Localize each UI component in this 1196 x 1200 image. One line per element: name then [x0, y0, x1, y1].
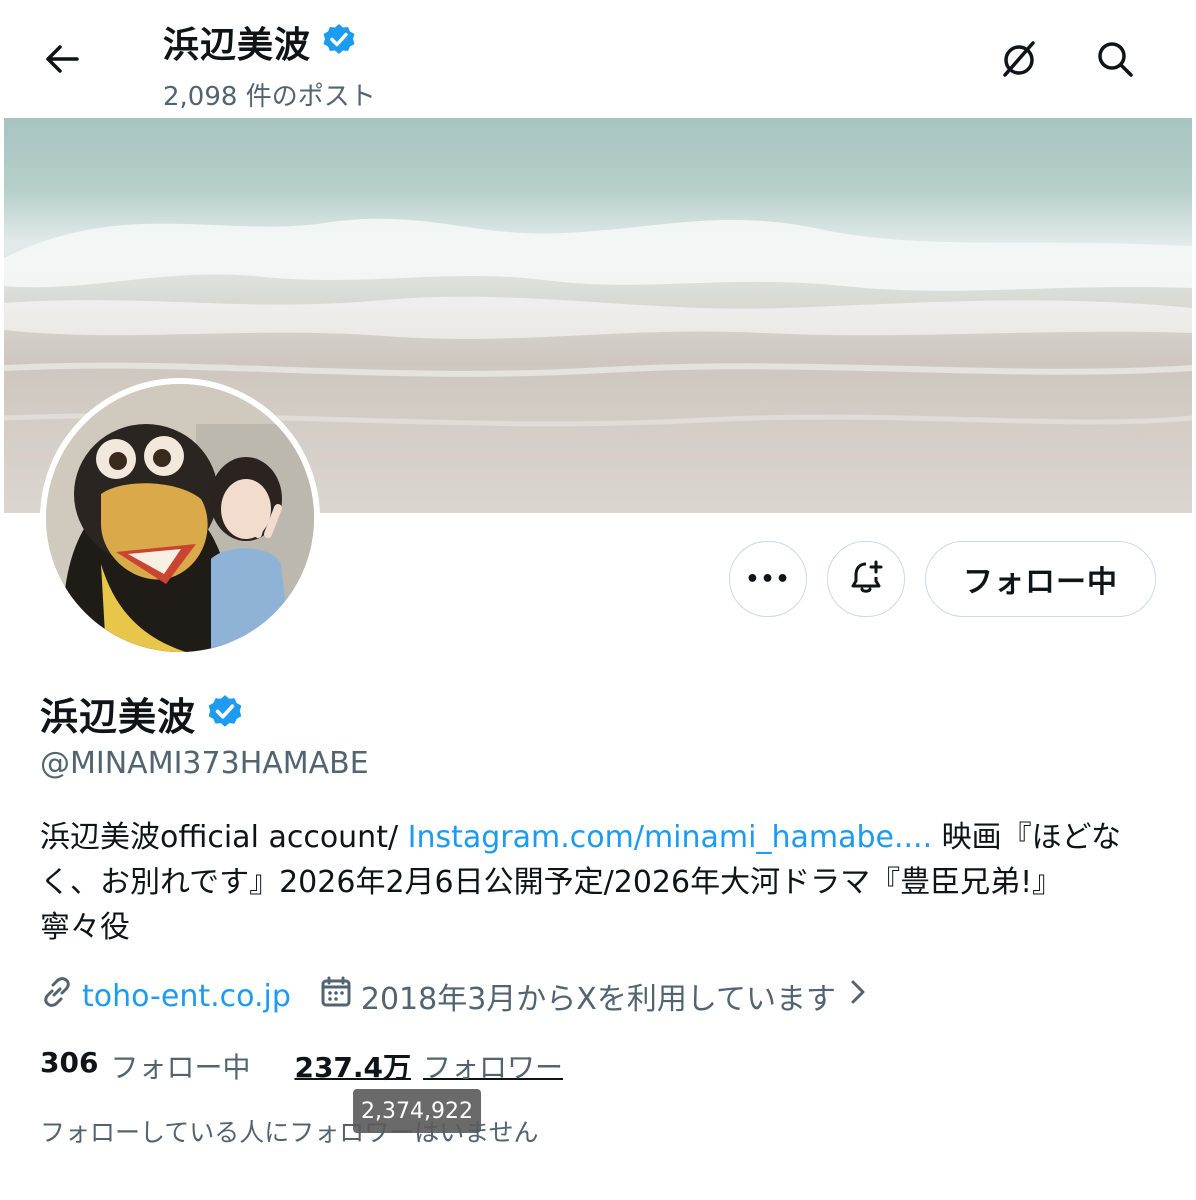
more-button[interactable]: ••• [729, 541, 807, 617]
following-count: 306 [40, 1046, 99, 1079]
followers-label: フォロワー [423, 1051, 564, 1084]
joined-item[interactable]: 2018年3月からXを利用しています [319, 974, 868, 1018]
profile-avatar[interactable] [40, 378, 320, 658]
joined-date: 2018年3月からXを利用しています [360, 982, 836, 1017]
chevron-right-icon [848, 977, 868, 1015]
website-item: toho-ent.co.jp [40, 975, 291, 1017]
header-name: 浜辺美波 [163, 25, 312, 66]
link-icon [40, 975, 74, 1017]
following-count-link[interactable]: 306 フォロー中 [40, 1046, 250, 1086]
header-title: 浜辺美波 [163, 16, 357, 68]
followers-count-link[interactable]: 237.4万 フォロワー [294, 1046, 563, 1086]
profile-name: 浜辺美波 [40, 695, 197, 739]
back-button[interactable] [30, 34, 94, 88]
bio-line-3: 寧々役 [40, 910, 130, 945]
following-label: フォロー中 [110, 1051, 251, 1084]
profile-bio: 浜辺美波official account/ Instagram.com/mina… [40, 815, 1160, 950]
follow-counts: 306 フォロー中 237.4万 フォロワー [40, 1046, 563, 1086]
calendar-icon [319, 975, 353, 1017]
profile-name-row: 浜辺美波 [40, 686, 244, 741]
notify-button[interactable] [827, 541, 905, 617]
bio-text: 映画『ほどな [932, 820, 1122, 855]
top-bar: 浜辺美波 2,098 件のポスト [0, 0, 1196, 118]
bio-text: 浜辺美波official account/ [40, 820, 408, 855]
bell-plus-icon [847, 558, 885, 600]
followers-count: 237.4万 [294, 1051, 412, 1084]
website-link[interactable]: toho-ent.co.jp [82, 979, 291, 1014]
arrow-left-icon [44, 44, 80, 78]
verified-badge-icon [321, 22, 357, 62]
search-button[interactable] [1088, 34, 1142, 88]
more-dots-icon: ••• [745, 566, 791, 592]
bio-line-1: 浜辺美波official account/ Instagram.com/mina… [40, 815, 1160, 860]
post-count: 2,098 件のポスト [163, 82, 376, 112]
avatar-image [46, 384, 314, 652]
profile-handle: @MINAMI373HAMABE [40, 746, 369, 781]
verified-badge-icon[interactable] [206, 693, 244, 735]
grok-icon [997, 37, 1041, 85]
bio-instagram-link[interactable]: Instagram.com/minami_hamabe.... [408, 820, 933, 855]
bio-line-2: く、お別れです』2026年2月6日公開予定/2026年大河ドラマ『豊臣兄弟!』 [40, 865, 1063, 900]
grok-button[interactable] [992, 34, 1046, 88]
profile-meta: toho-ent.co.jp 2018年3月からXを利用しています [40, 972, 868, 1020]
search-icon [1095, 39, 1135, 83]
followers-tooltip: 2,374,922 [353, 1089, 481, 1133]
following-button[interactable]: フォロー中 [925, 541, 1156, 617]
